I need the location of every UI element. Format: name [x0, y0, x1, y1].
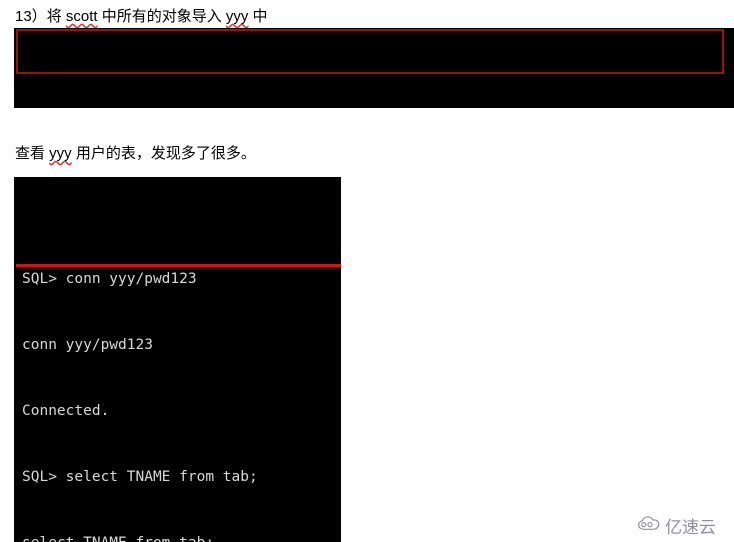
- cloud-icon: [637, 515, 661, 536]
- heading-misspelled-yyy: yyy: [225, 8, 249, 25]
- note-misspelled-yyy: yyy: [49, 145, 72, 162]
- sqlplus-tables-terminal: SQL> conn yyy/pwd123 conn yyy/pwd123 Con…: [14, 177, 341, 542]
- note-text-after: 用户的表，发现多了很多。: [71, 145, 256, 162]
- sqlplus-line-connected: Connected.: [22, 403, 110, 419]
- note-check-tables: 查看 yyy 用户的表，发现多了很多。: [15, 144, 256, 164]
- heading-text-before: 将: [46, 8, 66, 25]
- watermark-text: 亿速云: [665, 518, 716, 538]
- sqlplus-line-conn-prompt: SQL> conn yyy/pwd123: [22, 271, 197, 287]
- impdp-terminal-content: [oracle@oracleserver ~]$ impdp system/pw…: [14, 72, 734, 108]
- sqlplus-line-select-prompt: SQL> select TNAME from tab;: [22, 469, 258, 485]
- sqlplus-line-select-echo: select TNAME from tab;: [22, 532, 341, 542]
- sqlplus-line-conn-echo: conn yyy/pwd123: [22, 337, 153, 353]
- sqlplus-terminal-content: SQL> conn yyy/pwd123 conn yyy/pwd123 Con…: [14, 221, 341, 542]
- page-heading-step-13: 13）将 scott 中所有的对象导入 yyy 中: [15, 7, 268, 27]
- impdp-import-terminal: [oracle@oracleserver ~]$ impdp system/pw…: [14, 28, 734, 108]
- heading-text-middle: 中所有的对象导入: [97, 8, 226, 25]
- heading-text-after: 中: [248, 8, 268, 25]
- heading-number: 13）: [15, 8, 47, 25]
- watermark: 亿速云: [637, 513, 716, 538]
- note-text-before: 查看: [15, 145, 50, 162]
- heading-misspelled-scott: scott: [65, 8, 98, 25]
